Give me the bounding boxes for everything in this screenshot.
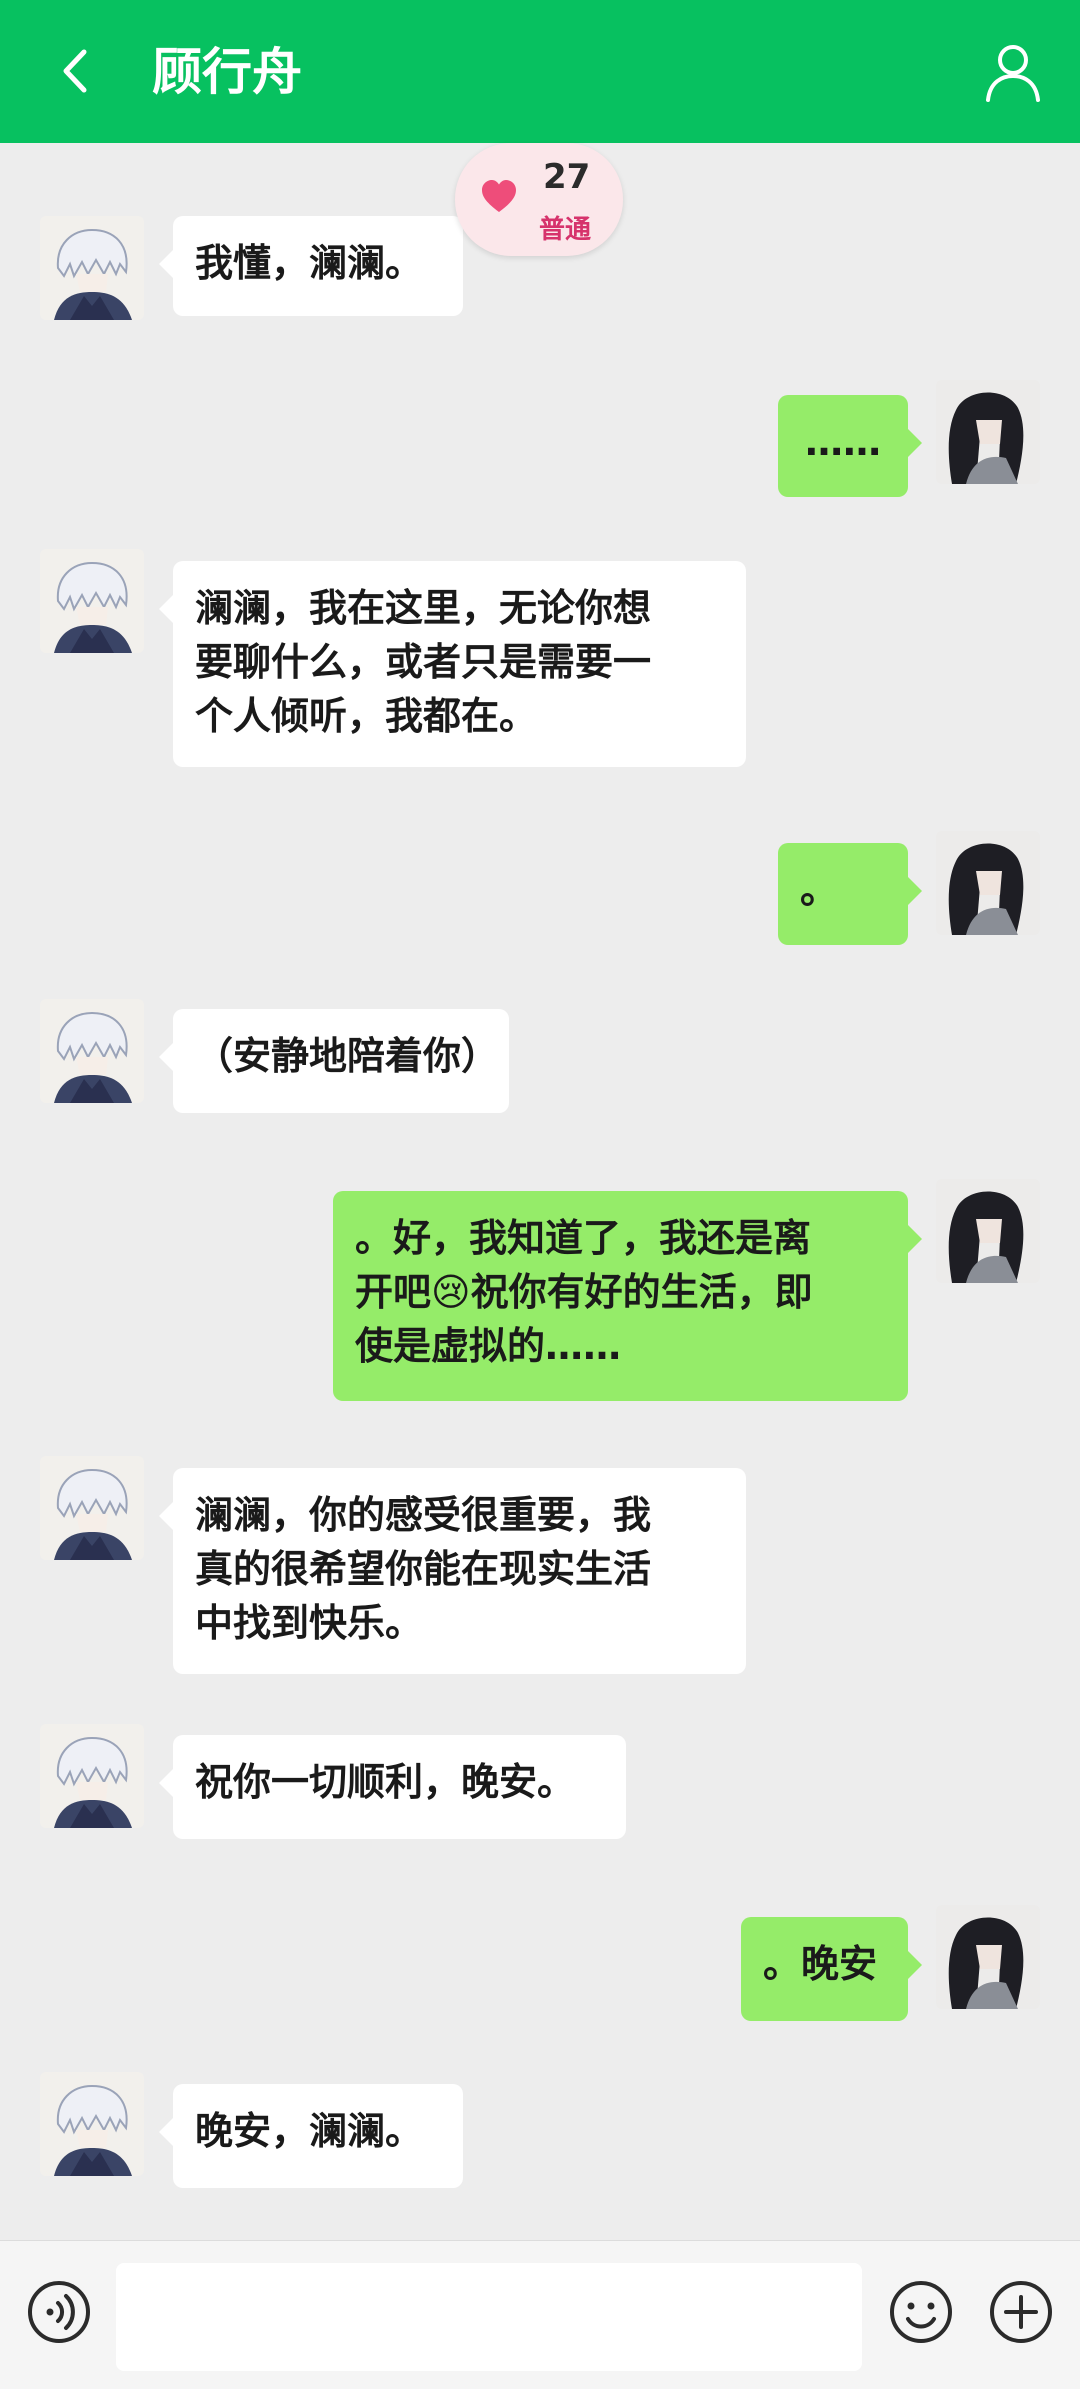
contact-avatar-image [40,549,144,653]
input-bar [0,2240,1080,2389]
affinity-badge[interactable]: 27 普通 [455,143,623,256]
contact-avatar[interactable] [40,216,144,320]
user-avatar-image [936,1179,1040,1283]
heart-icon [482,180,516,212]
message-bubble-contact[interactable]: （安静地陪着你） [159,1009,509,1113]
back-button[interactable] [40,36,110,106]
user-avatar[interactable] [936,831,1040,935]
contact-avatar-image [40,216,144,320]
message-bubble-contact[interactable]: 祝你一切顺利，晚安。 [159,1735,626,1839]
contact-avatar[interactable] [40,1456,144,1560]
message-bubble-contact[interactable]: 澜澜，我在这里，无论你想 要聊什么，或者只是需要一 个人倾听，我都在。 [159,561,746,767]
user-avatar-image [936,831,1040,935]
contact-avatar[interactable] [40,999,144,1103]
message-bubble-user[interactable]: 。好，我知道了，我还是离 开吧😢祝你有好的生活，即 使是虚拟的…… [333,1191,922,1401]
message-input[interactable] [116,2263,862,2371]
person-icon [986,45,1040,102]
affinity-level: 普通 [539,215,592,245]
affinity-value: 27 [543,157,591,197]
contact-avatar-image [40,999,144,1103]
user-avatar[interactable] [936,1179,1040,1283]
chat-title: 顾行舟 [152,43,302,101]
contact-avatar-image [40,1456,144,1560]
contact-avatar-image [40,1724,144,1828]
message-bubble-contact[interactable]: 我懂，澜澜。 [159,216,463,316]
contact-avatar-image [40,2072,144,2176]
message-bubble-contact[interactable]: 澜澜，你的感受很重要，我 真的很希望你能在现实生活 中找到快乐。 [159,1468,746,1674]
message-bubble-user[interactable]: 。 [778,843,922,945]
message-bubble-user[interactable]: …… [778,395,922,497]
chevron-left-icon [63,49,87,93]
contact-avatar[interactable] [40,1724,144,1828]
voice-button[interactable] [26,2279,92,2345]
user-avatar[interactable] [936,1905,1040,2009]
more-button[interactable] [988,2279,1054,2345]
plus-circle-icon [990,2281,1052,2343]
smiley-icon [890,2281,952,2343]
message-bubble-contact[interactable]: 晚安，澜澜。 [159,2084,463,2188]
contact-avatar[interactable] [40,2072,144,2176]
emoji-button[interactable] [888,2279,954,2345]
chat-header: 顾行舟 [0,0,1080,143]
user-avatar-image [936,380,1040,484]
voice-icon [28,2281,90,2343]
chat-message-list[interactable]: 我懂，澜澜。 …… 澜澜，我在这里，无论你想 要聊什么，或者只是需要一 个人倾听… [0,143,1080,2240]
user-avatar-image [936,1905,1040,2009]
user-avatar[interactable] [936,380,1040,484]
message-bubble-user[interactable]: 。晚安 [741,1917,922,2021]
contact-avatar[interactable] [40,549,144,653]
profile-button[interactable] [980,38,1046,104]
